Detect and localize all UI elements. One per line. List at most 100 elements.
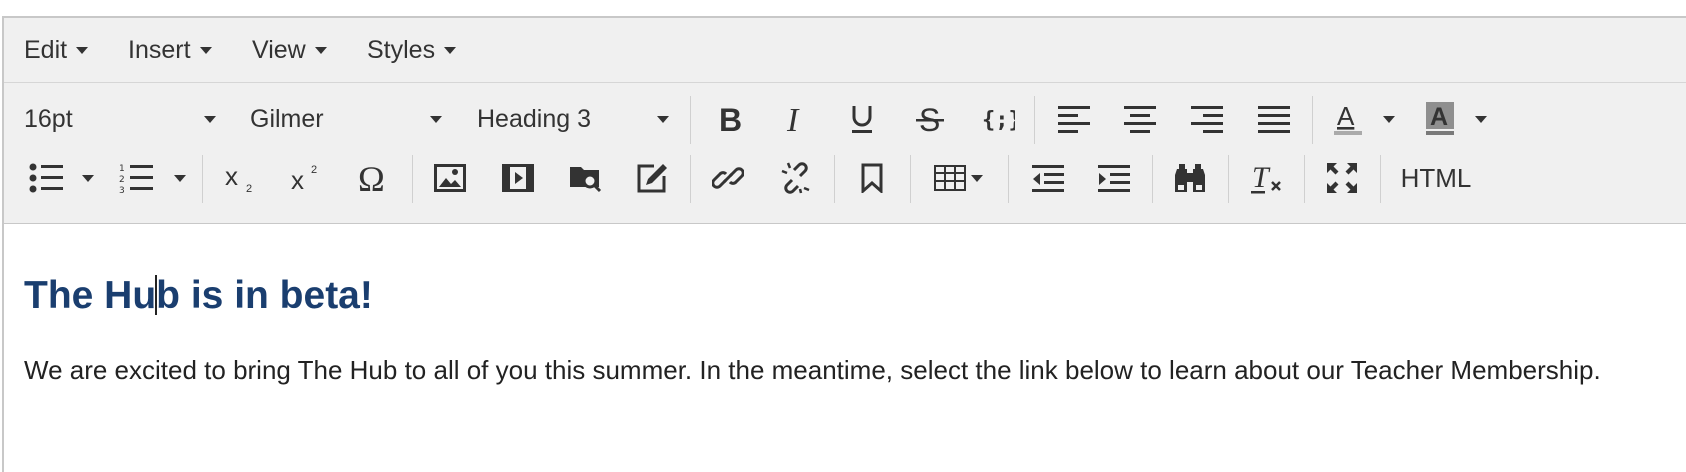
align-center-icon	[1124, 106, 1156, 133]
chevron-down-icon	[76, 46, 89, 54]
block-format-value: Heading 3	[477, 104, 591, 133]
file-browser-button[interactable]	[564, 147, 608, 209]
heading-text-end: b is in beta!	[156, 274, 373, 317]
toolbar-separator	[1312, 96, 1313, 144]
toolbar: 16pt Gilmer Heading 3 B I S {;}	[4, 83, 1686, 224]
content-paragraph[interactable]: We are excited to bring The Hub to all o…	[24, 349, 1684, 392]
table-dropdown[interactable]	[966, 147, 988, 209]
text-color-dropdown[interactable]	[1378, 88, 1400, 150]
svg-text:T: T	[1252, 162, 1271, 194]
numbered-list-dropdown[interactable]	[168, 147, 192, 209]
svg-text:2: 2	[246, 183, 252, 193]
underline-button[interactable]	[840, 88, 884, 150]
chevron-down-icon	[971, 174, 983, 182]
text-color-button[interactable]: A	[1326, 88, 1370, 150]
fullscreen-icon	[1327, 163, 1357, 193]
italic-icon: I	[786, 104, 800, 134]
menu-insert-label: Insert	[128, 35, 191, 64]
toolbar-separator	[1034, 96, 1035, 144]
menu-view[interactable]: View	[252, 18, 327, 82]
menubar: Edit Insert View Styles	[4, 18, 1686, 83]
svg-text:x: x	[291, 165, 304, 193]
html-source-button[interactable]: HTML	[1396, 147, 1476, 209]
strikethrough-button[interactable]: S	[908, 88, 952, 150]
toolbar-separator	[910, 155, 911, 203]
edit-icon	[637, 164, 667, 193]
editor-content[interactable]: The Hub is in beta! We are excited to br…	[4, 224, 1686, 472]
menu-edit-label: Edit	[24, 35, 68, 64]
unlink-button[interactable]	[774, 147, 818, 209]
menu-styles[interactable]: Styles	[367, 18, 457, 82]
edit-button[interactable]	[630, 147, 674, 209]
toolbar-row-2: 123 x2 x2 Ω T HTML	[4, 147, 1686, 209]
menu-styles-label: Styles	[367, 35, 436, 64]
menu-edit[interactable]: Edit	[24, 18, 89, 82]
background-color-button[interactable]: A	[1418, 88, 1462, 150]
outdent-icon	[1032, 165, 1064, 192]
bold-button[interactable]: B	[708, 88, 752, 150]
justify-button[interactable]	[1252, 88, 1296, 150]
superscript-button[interactable]: x2	[284, 147, 328, 209]
html-source-label: HTML	[1400, 162, 1472, 193]
toolbar-row-1: 16pt Gilmer Heading 3 B I S {;}	[4, 88, 1686, 150]
bullet-list-icon	[29, 163, 63, 193]
svg-text:{;}: {;}	[982, 108, 1015, 133]
block-format-select[interactable]: Heading 3	[477, 88, 669, 150]
background-color-dropdown[interactable]	[1470, 88, 1492, 150]
code-sample-button[interactable]: {;}	[976, 88, 1020, 150]
chevron-down-icon	[657, 115, 669, 123]
align-center-button[interactable]	[1118, 88, 1162, 150]
svg-text:A: A	[1337, 102, 1355, 131]
content-heading[interactable]: The Hub is in beta!	[24, 274, 373, 318]
clear-formatting-button[interactable]: T	[1244, 147, 1288, 209]
toolbar-separator	[1228, 155, 1229, 203]
font-family-select[interactable]: Gilmer	[250, 88, 442, 150]
underline-icon	[852, 106, 872, 133]
font-family-value: Gilmer	[250, 104, 324, 133]
toolbar-separator	[1152, 155, 1153, 203]
table-icon	[934, 165, 966, 191]
svg-text:x: x	[225, 163, 238, 191]
align-right-button[interactable]	[1185, 88, 1229, 150]
link-icon	[712, 167, 744, 189]
indent-button[interactable]	[1092, 147, 1136, 209]
chevron-down-icon	[1383, 115, 1395, 123]
special-character-button[interactable]: Ω	[352, 147, 396, 209]
toolbar-separator	[1380, 155, 1381, 203]
align-right-icon	[1191, 106, 1223, 133]
bookmark-icon	[861, 163, 883, 193]
svg-text:1: 1	[119, 164, 125, 174]
text-color-icon: A	[1334, 102, 1362, 135]
code-sample-icon: {;}	[982, 108, 1015, 133]
numbered-list-icon: 123	[119, 164, 153, 193]
toolbar-separator	[202, 155, 203, 203]
subscript-button[interactable]: x2	[218, 147, 262, 209]
chevron-down-icon	[174, 174, 186, 182]
svg-text:Ω: Ω	[358, 162, 385, 194]
align-left-button[interactable]	[1052, 88, 1096, 150]
folder-search-icon	[570, 167, 602, 193]
italic-button[interactable]: I	[774, 88, 818, 150]
background-color-icon: A	[1426, 102, 1454, 135]
font-size-select[interactable]: 16pt	[24, 88, 216, 150]
svg-text:B: B	[719, 104, 742, 134]
fullscreen-button[interactable]	[1320, 147, 1364, 209]
menu-insert[interactable]: Insert	[128, 18, 212, 82]
search-replace-button[interactable]	[1168, 147, 1212, 209]
toolbar-separator	[1304, 155, 1305, 203]
anchor-button[interactable]	[850, 147, 894, 209]
unlink-icon	[781, 162, 810, 194]
outdent-button[interactable]	[1026, 147, 1070, 209]
chevron-down-icon	[1475, 115, 1487, 123]
bullet-list-dropdown[interactable]	[76, 147, 100, 209]
insert-media-button[interactable]	[496, 147, 540, 209]
insert-image-button[interactable]	[428, 147, 472, 209]
menu-view-label: View	[252, 35, 306, 64]
chevron-down-icon	[82, 174, 94, 182]
insert-link-button[interactable]	[706, 147, 750, 209]
numbered-list-button[interactable]: 123	[116, 147, 156, 209]
chevron-down-icon	[430, 115, 442, 123]
omega-icon: Ω	[358, 162, 385, 194]
bullet-list-button[interactable]	[26, 147, 66, 209]
toolbar-separator	[412, 155, 413, 203]
